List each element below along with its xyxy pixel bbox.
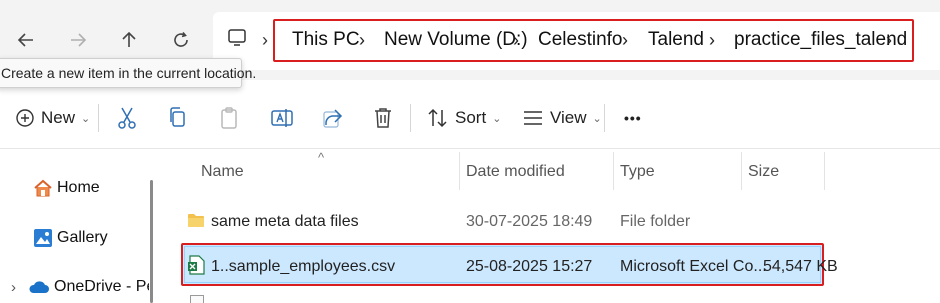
file-date-modified: 25-08-2025 15:27 bbox=[466, 258, 593, 275]
sort-button[interactable]: Sort ⌄ bbox=[427, 102, 501, 134]
gallery-icon bbox=[34, 229, 52, 247]
refresh-icon bbox=[174, 31, 188, 47]
sidebar-item-home[interactable]: Home bbox=[33, 178, 100, 198]
breadcrumb-talend[interactable]: Talend bbox=[648, 29, 704, 51]
more-options-icon: ••• bbox=[624, 110, 642, 126]
toolbar-divider bbox=[410, 104, 411, 132]
tooltip-text: Create a new item in the current locatio… bbox=[1, 65, 257, 81]
up-button[interactable] bbox=[117, 28, 141, 52]
back-button[interactable] bbox=[14, 28, 38, 52]
column-header-date-modified[interactable]: Date modified bbox=[466, 163, 565, 181]
sidebar-item-onedrive[interactable]: › OneDrive - Perso bbox=[11, 278, 149, 296]
delete-button[interactable] bbox=[372, 102, 394, 134]
partial-file-icon bbox=[190, 295, 204, 303]
breadcrumb-separator[interactable]: › bbox=[359, 30, 365, 51]
chevron-down-icon: ⌄ bbox=[81, 112, 91, 125]
chevron-down-icon: ⌄ bbox=[492, 112, 502, 125]
column-divider[interactable] bbox=[613, 152, 614, 190]
up-arrow-icon bbox=[122, 31, 136, 47]
sidebar-item-label: Gallery bbox=[57, 229, 108, 246]
sort-button-label: Sort bbox=[455, 108, 487, 127]
view-button[interactable]: View ⌄ bbox=[522, 102, 602, 134]
copy-button[interactable] bbox=[167, 102, 189, 134]
sidebar-item-label: Home bbox=[57, 179, 100, 196]
file-type: File folder bbox=[620, 213, 691, 230]
file-name[interactable]: same meta data files bbox=[211, 213, 359, 231]
scissors-icon bbox=[118, 107, 136, 129]
breadcrumb-this-pc[interactable]: This PC bbox=[292, 29, 360, 51]
trash-icon bbox=[375, 108, 391, 128]
sidebar-item-gallery[interactable]: Gallery bbox=[33, 228, 108, 248]
sort-indicator-icon: ^ bbox=[318, 150, 325, 165]
column-divider[interactable] bbox=[459, 152, 460, 190]
this-pc-monitor-icon[interactable] bbox=[227, 28, 247, 48]
plus-circle-icon bbox=[16, 109, 34, 127]
view-list-icon bbox=[524, 111, 542, 125]
breadcrumb-practice-files-talend[interactable]: practice_files_talend bbox=[734, 29, 907, 51]
column-divider[interactable] bbox=[741, 152, 742, 190]
copy-icon bbox=[170, 107, 185, 127]
onedrive-cloud-icon bbox=[29, 281, 49, 293]
more-options-button[interactable]: ••• bbox=[624, 102, 642, 134]
paste-button[interactable] bbox=[218, 102, 240, 134]
back-arrow-icon bbox=[17, 33, 33, 47]
breadcrumb-trailing-chevron-icon[interactable]: › bbox=[886, 30, 892, 51]
refresh-button[interactable] bbox=[169, 28, 193, 52]
breadcrumb-new-volume[interactable]: New Volume (D:) bbox=[384, 29, 528, 51]
column-header-name[interactable]: Name bbox=[201, 163, 244, 181]
column-header-size[interactable]: Size bbox=[748, 163, 779, 181]
sidebar-scrollbar[interactable] bbox=[150, 180, 153, 303]
breadcrumb-separator[interactable]: › bbox=[709, 30, 715, 51]
toolbar-divider bbox=[604, 104, 605, 132]
folder-icon bbox=[188, 214, 204, 227]
chevron-down-icon: ⌄ bbox=[592, 112, 602, 125]
home-icon bbox=[34, 179, 52, 197]
excel-csv-icon bbox=[188, 255, 205, 275]
file-size: 54,547 KB bbox=[763, 258, 838, 275]
share-icon bbox=[323, 109, 343, 128]
cut-button[interactable] bbox=[116, 102, 138, 134]
address-root-chevron-icon[interactable]: › bbox=[262, 30, 268, 51]
file-date-modified: 30-07-2025 18:49 bbox=[466, 213, 593, 230]
new-button[interactable]: New ⌄ bbox=[15, 102, 90, 134]
breadcrumb-celestinfo[interactable]: Celestinfo bbox=[538, 29, 623, 51]
sort-arrows-icon bbox=[428, 108, 447, 128]
rename-icon bbox=[271, 109, 293, 127]
column-header-type[interactable]: Type bbox=[620, 163, 655, 181]
view-button-label: View bbox=[550, 108, 587, 127]
share-button[interactable] bbox=[322, 102, 344, 134]
forward-arrow-icon bbox=[71, 33, 87, 47]
toolbar-divider bbox=[98, 104, 99, 132]
breadcrumb-separator[interactable]: › bbox=[622, 30, 628, 51]
new-button-label: New bbox=[41, 108, 76, 127]
clipboard-icon bbox=[221, 107, 237, 129]
forward-button[interactable] bbox=[66, 28, 90, 52]
sidebar-item-label: OneDrive - Perso bbox=[54, 278, 149, 295]
file-name[interactable]: 1..sample_employees.csv bbox=[211, 258, 395, 276]
new-button-tooltip: Create a new item in the current locatio… bbox=[0, 58, 256, 88]
expand-chevron-icon[interactable]: › bbox=[11, 279, 16, 296]
rename-button[interactable] bbox=[270, 102, 294, 134]
column-divider[interactable] bbox=[824, 152, 825, 190]
breadcrumb-separator[interactable]: › bbox=[513, 30, 519, 51]
file-type: Microsoft Excel Co... bbox=[620, 258, 767, 275]
